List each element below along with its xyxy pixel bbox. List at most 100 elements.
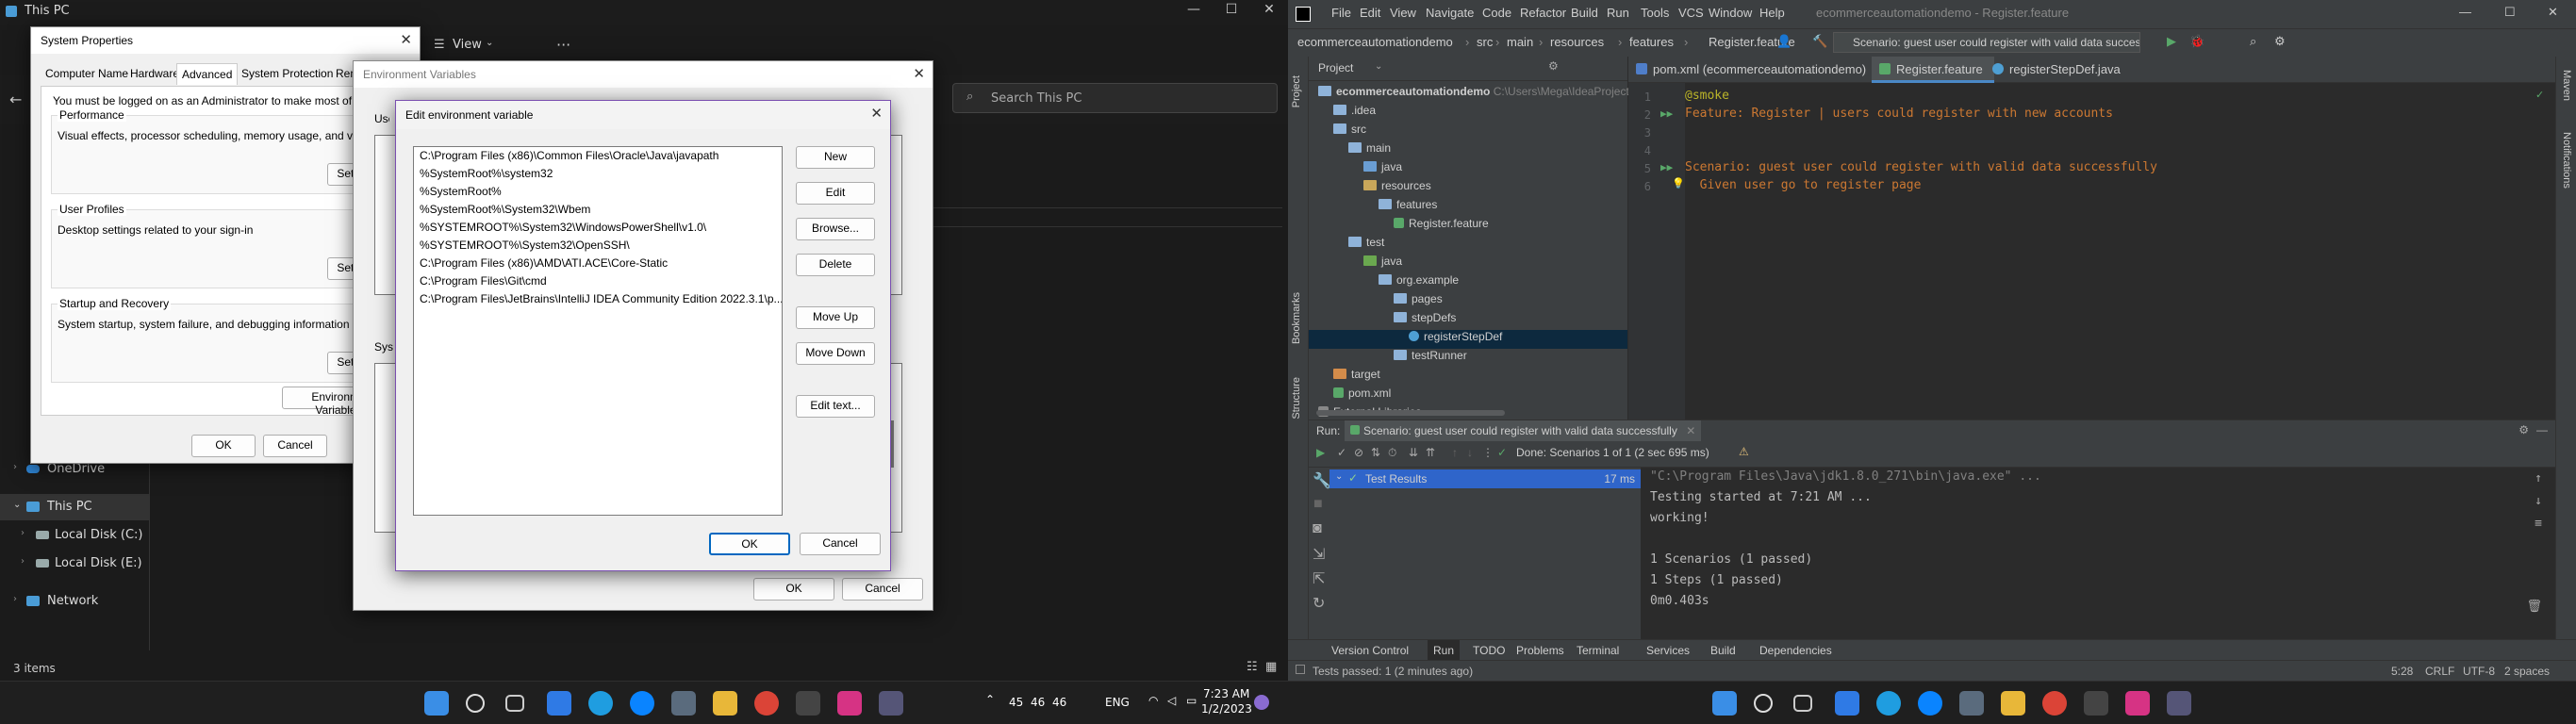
menu-build[interactable]: Build xyxy=(1571,6,1598,20)
run-feature-icon[interactable]: ▶▶ xyxy=(1660,107,1673,120)
task-view-icon[interactable] xyxy=(505,695,524,712)
breadcrumb-item[interactable]: src xyxy=(1477,35,1493,49)
edit-button[interactable]: Edit xyxy=(796,182,875,205)
run-configuration-select[interactable]: Scenario: guest user could register with… xyxy=(1833,32,2140,53)
project-header-label[interactable]: Project xyxy=(1318,61,1353,74)
menu-refactor[interactable]: Refactor xyxy=(1520,6,1566,20)
windows-start-icon[interactable] xyxy=(424,691,449,716)
minimize-icon[interactable]: — xyxy=(1175,2,1213,17)
move-up-button[interactable]: Move Up xyxy=(796,306,875,329)
collapse-all-icon[interactable]: ⇈ xyxy=(1426,446,1435,459)
test-results-row[interactable]: ⌄ ✓ Test Results 17 ms xyxy=(1329,469,1641,488)
menu-vcs[interactable]: VCS xyxy=(1678,6,1704,20)
tree-item[interactable]: registerStepDef xyxy=(1309,330,1627,349)
project-tool-tab[interactable]: Project xyxy=(1291,75,1302,107)
maximize-icon[interactable]: ☐ xyxy=(2504,5,2516,20)
line-separator[interactable]: CRLF xyxy=(2425,665,2454,678)
menu-code[interactable]: Code xyxy=(1482,6,1511,20)
run-icon[interactable]: ▶ xyxy=(2167,34,2176,49)
debug-icon[interactable]: 🐞 xyxy=(2189,34,2204,49)
minimize-icon[interactable]: — xyxy=(2536,423,2548,436)
volume-icon[interactable]: ◁ xyxy=(1167,694,1176,707)
edge-dev-icon[interactable] xyxy=(1918,691,1942,716)
tab-computer-name[interactable]: Computer Name xyxy=(41,63,133,84)
cancel-button[interactable]: Cancel xyxy=(800,533,881,555)
intellij-icon[interactable] xyxy=(837,691,862,716)
tree-item[interactable]: target xyxy=(1333,368,1380,387)
widgets-icon[interactable] xyxy=(1835,691,1859,716)
expand-all-icon[interactable]: ⇊ xyxy=(1409,446,1418,459)
tree-item[interactable]: Register.feature xyxy=(1394,217,1489,236)
breadcrumb-item[interactable]: ecommerceautomationdemo xyxy=(1297,35,1453,49)
close-icon[interactable]: ✕ xyxy=(1686,424,1695,437)
hammer-icon[interactable]: 🔨 xyxy=(1812,34,1827,49)
tree-item[interactable]: java xyxy=(1363,160,1402,179)
tree-item[interactable]: .idea xyxy=(1333,104,1376,123)
clock-date[interactable]: 1/2/2023 xyxy=(1201,702,1252,716)
cancel-button[interactable]: Cancel xyxy=(263,435,327,457)
lightbulb-icon[interactable]: 💡 xyxy=(1672,177,1685,189)
tree-item[interactable]: pom.xml xyxy=(1333,387,1391,405)
path-item[interactable]: %SystemRoot%\System32\Wbem xyxy=(414,201,782,219)
chrome-icon[interactable] xyxy=(754,691,779,716)
tool-terminal[interactable]: Terminal xyxy=(1577,644,1619,657)
scroll-up-icon[interactable]: ↑ xyxy=(2535,471,2542,485)
tree-item[interactable]: resources xyxy=(1363,179,1431,198)
chrome-icon[interactable] xyxy=(2042,691,2067,716)
close-icon[interactable]: ✕ xyxy=(870,105,883,122)
windows-start-icon[interactable] xyxy=(1712,691,1737,716)
back-arrow-icon[interactable]: ← xyxy=(9,90,22,108)
rerun-icon[interactable]: ▶ xyxy=(1316,446,1325,459)
show-passed-icon[interactable]: ✓ xyxy=(1337,446,1346,459)
more-options-icon[interactable]: ··· xyxy=(556,36,570,54)
cancel-button[interactable]: Cancel xyxy=(842,578,923,601)
run-tab[interactable]: Scenario: guest user could register with… xyxy=(1345,420,1702,441)
path-item[interactable]: C:\Program Files (x86)\Common Files\Orac… xyxy=(414,147,782,165)
status-panel-icon[interactable] xyxy=(1296,665,1305,674)
tree-item[interactable]: main xyxy=(1348,141,1391,160)
photos-icon[interactable] xyxy=(671,691,696,716)
tree-item[interactable]: stepDefs xyxy=(1394,311,1456,330)
ok-button[interactable]: OK xyxy=(709,533,790,555)
settings-gear-icon[interactable]: ⚙ xyxy=(2518,423,2529,436)
language-indicator[interactable]: ENG xyxy=(1105,696,1130,709)
breadcrumb-item[interactable]: features xyxy=(1629,35,1674,49)
tiles-view-icon[interactable]: ▦ xyxy=(1265,660,1277,674)
calculator-icon[interactable] xyxy=(796,691,820,716)
tool-run[interactable]: Run xyxy=(1428,640,1461,660)
code-content[interactable]: @smoke Feature: Register | users could r… xyxy=(1685,89,2157,196)
tab-system-protection[interactable]: System Protection xyxy=(237,63,338,84)
show-ignored-icon[interactable]: ⊘ xyxy=(1354,446,1363,459)
nav-item-local-disk-c[interactable]: › Local Disk (C:) xyxy=(0,522,149,549)
tree-item[interactable]: testRunner xyxy=(1394,349,1467,368)
console-output[interactable]: "C:\Program Files\Java\jdk1.8.0_271\bin\… xyxy=(1641,468,2555,650)
export-icon[interactable]: ⇱ xyxy=(1313,569,1325,588)
tree-item[interactable]: features xyxy=(1379,198,1437,217)
edge-dev-icon[interactable] xyxy=(630,691,654,716)
tool-todo[interactable]: TODO xyxy=(1473,644,1505,657)
system-settings-icon[interactable] xyxy=(2167,691,2191,716)
run-scenario-icon[interactable]: ▶▶ xyxy=(1660,161,1673,173)
search-icon[interactable]: ⌕ xyxy=(2250,34,2256,49)
widgets-icon[interactable] xyxy=(547,691,571,716)
battery-icon[interactable]: ▭ xyxy=(1186,694,1197,707)
notifications-tool-tab[interactable]: Notifications xyxy=(2561,132,2572,189)
chevron-up-icon[interactable]: ⌃ xyxy=(985,693,995,706)
path-item[interactable]: %SystemRoot% xyxy=(414,183,782,201)
menu-file[interactable]: File xyxy=(1331,6,1351,20)
search-input[interactable]: ⌕ Search This PC xyxy=(952,83,1278,113)
sort-alpha-icon[interactable]: ⇅ xyxy=(1371,446,1380,459)
new-button[interactable]: New xyxy=(796,146,875,169)
menu-navigate[interactable]: Navigate xyxy=(1426,6,1474,20)
tool-services[interactable]: Services xyxy=(1646,644,1690,657)
settings-gear-icon[interactable]: ⚙ xyxy=(1548,59,1559,73)
tool-version-control[interactable]: Version Control xyxy=(1331,644,1409,657)
nav-item-network[interactable]: › Network xyxy=(0,588,149,615)
ok-button[interactable]: OK xyxy=(753,578,834,601)
user-icon[interactable]: 👤 xyxy=(1776,34,1792,49)
menu-run[interactable]: Run xyxy=(1607,6,1629,20)
wifi-icon[interactable]: ◠ xyxy=(1148,694,1158,707)
horizontal-scrollbar[interactable] xyxy=(1316,410,1505,416)
scroll-down-icon[interactable]: ↓ xyxy=(2535,494,2542,508)
caret-position[interactable]: 5:28 xyxy=(2391,665,2413,678)
